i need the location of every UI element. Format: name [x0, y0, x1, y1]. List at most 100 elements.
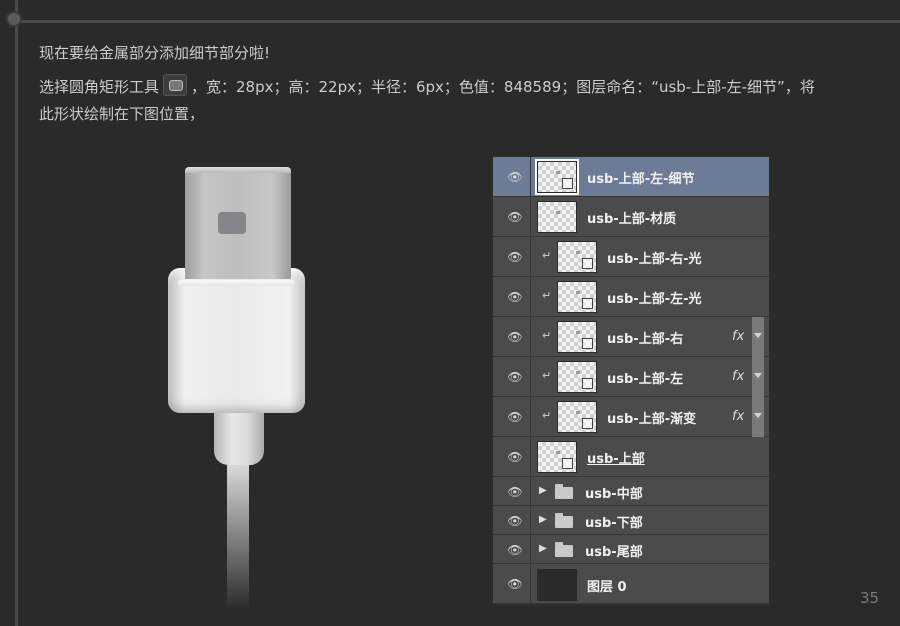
layer-group-row[interactable]: 👁 ▶ usb-尾部: [493, 535, 769, 564]
layer-thumbnail[interactable]: [537, 201, 577, 233]
thumbnail-shape: [576, 371, 580, 374]
instruction-line-3: 此形状绘制在下图位置，: [39, 105, 205, 123]
eye-icon[interactable]: 👁: [507, 542, 523, 558]
effects-toggle[interactable]: [752, 317, 764, 357]
effects-toggle[interactable]: [752, 397, 764, 437]
layer-thumbnail[interactable]: [557, 281, 597, 313]
eye-icon[interactable]: 👁: [507, 249, 523, 265]
column-divider: [530, 357, 531, 396]
layer-name[interactable]: 图层 0: [587, 576, 627, 595]
thumbnail-shape: [576, 331, 580, 334]
usb-neck: [214, 413, 264, 465]
layer-thumbnail[interactable]: [557, 401, 597, 433]
eye-icon[interactable]: 👁: [507, 369, 523, 385]
vector-mask-icon: [582, 378, 593, 389]
column-divider: [530, 197, 531, 236]
layer-name[interactable]: usb-上部: [587, 448, 645, 467]
expand-arrow-icon[interactable]: ▶: [539, 485, 547, 496]
layer-name[interactable]: usb-上部-左: [607, 368, 683, 387]
thumbnail-shape: [556, 451, 560, 454]
column-divider: [530, 317, 531, 356]
layer-row[interactable]: 👁 ↵ usb-上部-右 fx: [493, 317, 769, 357]
instruction-line-2: 选择圆角矩形工具 ，宽：28px；高：22px；半径：6px；色值：848589；…: [39, 74, 815, 97]
column-divider: [530, 277, 531, 316]
fx-icon[interactable]: fx: [732, 329, 744, 344]
layer-row[interactable]: 👁 usb-上部-左-细节: [493, 157, 769, 197]
thumbnail-shape: [576, 251, 580, 254]
timeline-dot: [6, 11, 22, 27]
group-name[interactable]: usb-中部: [585, 483, 643, 502]
layer-thumbnail[interactable]: [537, 441, 577, 473]
folder-icon: [555, 542, 573, 557]
layer-row[interactable]: 👁 usb-上部: [493, 437, 769, 477]
clipping-mask-arrow-icon: ↵: [542, 329, 552, 342]
folder-icon: [555, 513, 573, 528]
layer-row[interactable]: 👁 usb-上部-材质: [493, 197, 769, 237]
eye-icon[interactable]: 👁: [507, 209, 523, 225]
usb-detail-left: [218, 212, 246, 234]
top-divider: [15, 20, 900, 23]
column-divider: [530, 237, 531, 276]
eye-icon[interactable]: 👁: [507, 409, 523, 425]
usb-plastic-body: [168, 268, 305, 413]
layer-name[interactable]: usb-上部-右: [607, 328, 683, 347]
instruction-line-2-end: ，宽：28px；高：22px；半径：6px；色值：848589；图层命名：“us…: [191, 78, 815, 96]
vector-mask-icon: [562, 178, 573, 189]
usb-cable: [227, 465, 249, 610]
vector-mask-icon: [582, 258, 593, 269]
fx-icon[interactable]: fx: [732, 409, 744, 424]
thumbnail-shape: [556, 211, 560, 214]
eye-icon[interactable]: 👁: [507, 169, 523, 185]
eye-icon[interactable]: 👁: [507, 513, 523, 529]
clipping-mask-arrow-icon: ↵: [542, 409, 552, 422]
layer-row[interactable]: 👁 ↵ usb-上部-渐变 fx: [493, 397, 769, 437]
eye-icon[interactable]: 👁: [507, 576, 523, 592]
eye-icon[interactable]: 👁: [507, 329, 523, 345]
column-divider: [530, 506, 531, 534]
column-divider: [530, 477, 531, 505]
layer-thumbnail[interactable]: [557, 361, 597, 393]
group-name[interactable]: usb-下部: [585, 512, 643, 531]
layer-name[interactable]: usb-上部-材质: [587, 208, 676, 227]
eye-icon[interactable]: 👁: [507, 289, 523, 305]
layer-thumbnail[interactable]: [535, 159, 579, 195]
thumbnail-shape: [576, 411, 580, 414]
folder-icon: [555, 484, 573, 499]
column-divider: [530, 535, 531, 563]
column-divider: [530, 564, 531, 603]
layer-group-row[interactable]: 👁 ▶ usb-下部: [493, 506, 769, 535]
layer-thumbnail[interactable]: [557, 241, 597, 273]
vector-mask-icon: [582, 298, 593, 309]
expand-arrow-icon[interactable]: ▶: [539, 543, 547, 554]
expand-arrow-icon[interactable]: ▶: [539, 514, 547, 525]
layer-thumbnail[interactable]: [557, 321, 597, 353]
layer-row[interactable]: 👁 ↵ usb-上部-左-光: [493, 277, 769, 317]
eye-icon[interactable]: 👁: [507, 449, 523, 465]
column-divider: [530, 397, 531, 436]
background-layer-row[interactable]: 👁 图层 0: [493, 564, 769, 604]
layer-row[interactable]: 👁 ↵ usb-上部-右-光: [493, 237, 769, 277]
column-divider: [530, 437, 531, 476]
layer-group-row[interactable]: 👁 ▶ usb-中部: [493, 477, 769, 506]
thumbnail-shape: [576, 291, 580, 294]
thumbnail-shape: [556, 171, 560, 174]
layer-thumbnail[interactable]: [537, 569, 577, 601]
layer-name[interactable]: usb-上部-右-光: [607, 248, 702, 267]
layer-row[interactable]: 👁 ↵ usb-上部-左 fx: [493, 357, 769, 397]
clipping-mask-arrow-icon: ↵: [542, 289, 552, 302]
rounded-rectangle-tool-icon: [163, 74, 188, 96]
fx-icon[interactable]: fx: [732, 369, 744, 384]
layers-panel: 👁 usb-上部-左-细节 👁 usb-上部-材质 👁 ↵ usb-上部-右-光 👁 ↵ usb-…: [491, 155, 771, 606]
clipping-mask-arrow-icon: ↵: [542, 369, 552, 382]
usb-metal-connector: [185, 167, 291, 279]
page-number: 35: [860, 589, 880, 607]
layer-name[interactable]: usb-上部-左-细节: [587, 168, 695, 187]
eye-icon[interactable]: 👁: [507, 484, 523, 500]
usb-illustration: [165, 165, 310, 610]
instruction-line-2-start: 选择圆角矩形工具: [39, 78, 160, 96]
layer-name[interactable]: usb-上部-左-光: [607, 288, 702, 307]
group-name[interactable]: usb-尾部: [585, 541, 643, 560]
timeline-line: [15, 0, 18, 626]
layer-name[interactable]: usb-上部-渐变: [607, 408, 696, 427]
effects-toggle[interactable]: [752, 357, 764, 397]
